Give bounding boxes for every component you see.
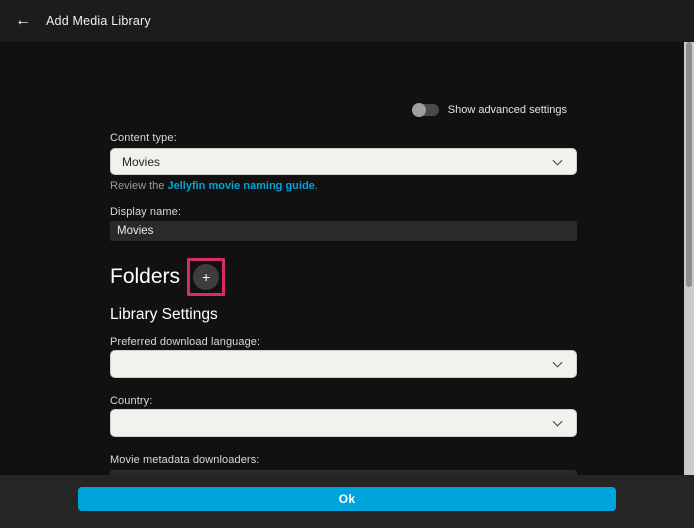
click-highlight-annotation: +	[187, 258, 225, 296]
helper-prefix: Review the	[110, 180, 167, 192]
dialog-footer: Ok	[0, 475, 694, 528]
country-select[interactable]	[110, 409, 577, 437]
add-folder-button[interactable]: +	[193, 264, 219, 290]
content-type-select[interactable]: Movies	[110, 148, 577, 175]
toggle-knob	[412, 103, 426, 117]
preferred-download-language-label: Preferred download language:	[110, 336, 260, 348]
helper-suffix: .	[315, 180, 318, 192]
naming-guide-helper: Review the Jellyfin movie naming guide.	[110, 180, 318, 192]
advanced-settings-row: Show advanced settings	[413, 102, 567, 118]
ok-button[interactable]: Ok	[78, 487, 616, 511]
page-title: Add Media Library	[46, 14, 151, 28]
folders-section: Folders +	[110, 258, 225, 296]
back-arrow-icon[interactable]: ←	[10, 8, 36, 34]
scrollbar-thumb[interactable]	[686, 42, 692, 287]
naming-guide-link[interactable]: Jellyfin movie naming guide	[167, 180, 314, 192]
preferred-download-language-select[interactable]	[110, 350, 577, 378]
chevron-down-icon	[553, 358, 563, 368]
add-media-library-dialog: ← Add Media Library Show advanced settin…	[0, 0, 694, 528]
chevron-down-icon	[553, 155, 563, 165]
library-settings-heading: Library Settings	[110, 306, 218, 324]
dialog-content: Show advanced settings Content type: Mov…	[0, 42, 684, 475]
show-advanced-settings-toggle[interactable]	[413, 104, 439, 116]
country-label: Country:	[110, 395, 152, 407]
folders-heading: Folders	[110, 265, 180, 289]
chevron-down-icon	[553, 417, 563, 427]
content-type-label: Content type:	[110, 132, 177, 144]
show-advanced-settings-label: Show advanced settings	[448, 104, 567, 116]
display-name-label: Display name:	[110, 206, 181, 218]
content-type-value: Movies	[122, 155, 160, 169]
appbar: ← Add Media Library	[0, 0, 694, 42]
movie-metadata-downloaders-label: Movie metadata downloaders:	[110, 454, 259, 466]
display-name-input[interactable]	[110, 221, 577, 241]
scrollbar-track	[684, 42, 694, 475]
